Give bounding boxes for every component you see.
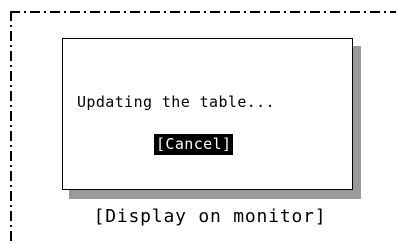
cancel-button[interactable]: [Cancel] [154, 134, 234, 155]
figure-caption: [Display on monitor] [93, 206, 327, 227]
progress-dialog: Updating the table... [Cancel] [62, 38, 353, 190]
monitor-frame-top-edge [10, 11, 396, 13]
dialog-message: Updating the table... [77, 93, 276, 111]
page: Updating the table... [Cancel] [Display … [0, 0, 398, 244]
